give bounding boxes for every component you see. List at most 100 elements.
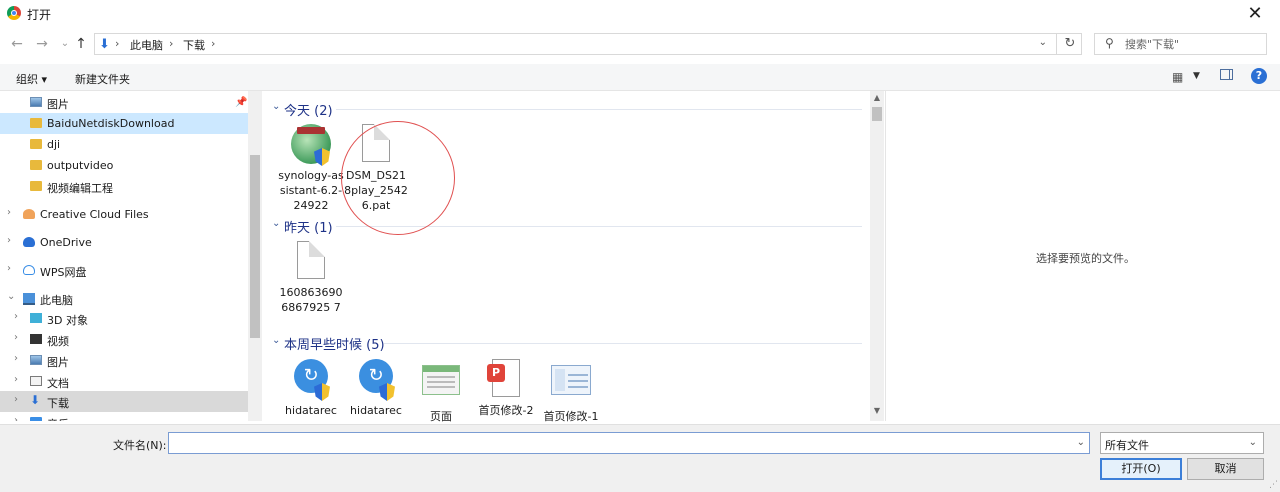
breadcrumb-separator: › <box>115 37 120 50</box>
folder-icon <box>30 139 42 149</box>
nav-item-label: 图片 <box>47 98 69 111</box>
pin-icon[interactable]: 📌 <box>235 97 247 108</box>
preview-empty-text: 选择要预览的文件。 <box>1036 252 1135 265</box>
3d-objects-icon <box>30 313 42 323</box>
video-icon <box>30 334 42 344</box>
open-button[interactable]: 打开(O) <box>1100 458 1182 480</box>
preview-pane-icon[interactable] <box>1220 69 1233 80</box>
dialog-footer: 文件名(N): ⌄ 所有文件 ⌄ 打开(O) 取消 ⋰ <box>0 424 1280 492</box>
nav-item-label: 视频编辑工程 <box>47 182 113 195</box>
chevron-down-icon: ⌄ <box>272 101 281 112</box>
chevron-right-icon[interactable]: › <box>14 332 18 343</box>
nav-item-baidunetdiskdownload[interactable]: BaiduNetdiskDownload <box>0 113 248 134</box>
chevron-right-icon[interactable]: › <box>14 394 18 405</box>
chevron-down-icon[interactable]: ⌄ <box>1249 437 1257 448</box>
nav-item-3d-objects[interactable]: › 3D 对象 <box>0 308 248 329</box>
nav-item-onedrive[interactable]: › OneDrive <box>0 232 248 253</box>
nav-item-pictures[interactable]: › 图片 <box>0 350 248 371</box>
resize-grip-icon[interactable]: ⋰ <box>1269 480 1278 490</box>
chevron-down-icon[interactable]: ⌄ <box>1077 437 1085 448</box>
file-name: 页面 <box>430 410 452 423</box>
wps-cloud-icon <box>23 265 35 275</box>
filename-label: 文件名(N): <box>113 439 167 452</box>
filename-combobox[interactable]: ⌄ <box>168 432 1090 454</box>
search-input[interactable] <box>1125 37 1260 51</box>
address-bar[interactable]: ⬇ › 此电脑 › 下载 › ⌄ <box>94 33 1082 55</box>
group-divider <box>384 343 862 344</box>
address-dropdown-icon[interactable]: ⌄ <box>1039 37 1047 48</box>
annotation-circle <box>341 121 455 235</box>
nav-item-documents[interactable]: › 文档 <box>0 371 248 392</box>
search-box[interactable]: ⚲ <box>1094 33 1267 55</box>
content-scrollbar-thumb[interactable] <box>872 107 882 121</box>
group-header-earlier-this-week[interactable]: ⌄ 本周早些时候 (5) <box>272 334 862 353</box>
nav-item-this-pc[interactable]: ⌄ 此电脑 <box>0 288 248 309</box>
file-type-select[interactable]: 所有文件 ⌄ <box>1100 432 1264 454</box>
group-header-today[interactable]: ⌄ 今天 (2) <box>272 100 862 119</box>
scroll-up-icon[interactable]: ▲ <box>870 93 884 105</box>
picture-icon <box>30 97 42 107</box>
file-name: 首页修改-1 <box>543 410 599 423</box>
nav-item-label: dji <box>47 138 61 151</box>
command-bar: 组织 ▾ 新建文件夹 ▦ ▼ ? <box>0 64 1280 91</box>
nav-item-music[interactable]: › 音乐 <box>0 412 248 421</box>
chevron-right-icon[interactable]: › <box>7 207 11 218</box>
page-thumbnail-icon <box>420 365 462 407</box>
file-item[interactable]: ↻ hidatarec <box>278 359 344 418</box>
chevron-right-icon[interactable]: › <box>14 415 18 421</box>
up-button[interactable]: ↑ <box>72 33 90 55</box>
nav-item-label: 视频 <box>47 335 69 348</box>
preview-pane: 选择要预览的文件。 <box>885 91 1280 421</box>
onedrive-icon <box>23 237 35 247</box>
forward-button[interactable]: → <box>33 33 51 55</box>
nav-item-video-projects[interactable]: 视频编辑工程 <box>0 176 248 197</box>
chevron-right-icon[interactable]: › <box>7 263 11 274</box>
nav-item-videos[interactable]: › 视频 <box>0 329 248 350</box>
chevron-down-icon: ⌄ <box>272 335 281 346</box>
installer-icon: ↻ <box>355 359 397 401</box>
breadcrumb-separator[interactable]: › <box>211 37 215 50</box>
file-name: 首页修改-2 <box>478 404 534 417</box>
file-item[interactable]: 1608636906867925 7 <box>278 241 344 315</box>
nav-item-pictures-quick[interactable]: 图片 📌 <box>0 92 248 113</box>
close-button[interactable]: ✕ <box>1240 2 1270 26</box>
breadcrumb-downloads[interactable]: 下载 <box>183 37 205 53</box>
back-button[interactable]: ← <box>8 33 26 55</box>
document-icon <box>30 376 42 386</box>
file-item[interactable]: 首页修改-1 <box>538 359 604 424</box>
nav-item-downloads[interactable]: › ⬇ 下载 <box>0 391 248 412</box>
chevron-right-icon[interactable]: › <box>7 235 11 246</box>
file-name: hidatarec <box>350 404 402 417</box>
music-icon <box>30 417 42 421</box>
organize-button[interactable]: 组织 ▾ <box>16 71 47 87</box>
scroll-down-icon[interactable]: ▼ <box>870 406 884 418</box>
nav-item-wps-cloud[interactable]: › WPS网盘 <box>0 260 248 281</box>
nav-scrollbar-thumb[interactable] <box>250 155 260 338</box>
file-item[interactable]: P 首页修改-2 <box>473 359 539 418</box>
file-item[interactable]: synology-assistant-6.2-24922 <box>278 124 344 213</box>
chevron-right-icon[interactable]: › <box>14 311 18 322</box>
nav-item-dji[interactable]: dji <box>0 134 248 155</box>
chevron-right-icon[interactable]: › <box>14 353 18 364</box>
file-item[interactable]: 页面 <box>408 359 474 424</box>
nav-item-label: 下载 <box>47 397 69 410</box>
breadcrumb-this-pc[interactable]: 此电脑 <box>130 37 163 53</box>
refresh-button[interactable]: ↻ <box>1056 33 1083 55</box>
nav-item-outputvideo[interactable]: outputvideo <box>0 155 248 176</box>
filename-input[interactable] <box>173 436 1063 450</box>
cancel-button[interactable]: 取消 <box>1187 458 1264 480</box>
file-item[interactable]: ↻ hidatarec <box>343 359 409 418</box>
help-icon[interactable]: ? <box>1251 68 1267 84</box>
blank-file-icon <box>290 241 332 283</box>
nav-item-creative-cloud[interactable]: › Creative Cloud Files <box>0 204 248 225</box>
view-dropdown-icon[interactable]: ▼ <box>1193 71 1200 81</box>
view-options-icon[interactable]: ▦ <box>1172 70 1183 84</box>
chevron-right-icon[interactable]: › <box>14 374 18 385</box>
nav-item-label: 图片 <box>47 356 69 369</box>
folder-icon <box>30 160 42 170</box>
nav-item-label: outputvideo <box>47 159 114 172</box>
chevron-down-icon[interactable]: ⌄ <box>7 291 15 302</box>
group-divider <box>336 109 862 110</box>
content-scrollbar[interactable] <box>870 91 884 421</box>
new-folder-button[interactable]: 新建文件夹 <box>75 71 130 87</box>
